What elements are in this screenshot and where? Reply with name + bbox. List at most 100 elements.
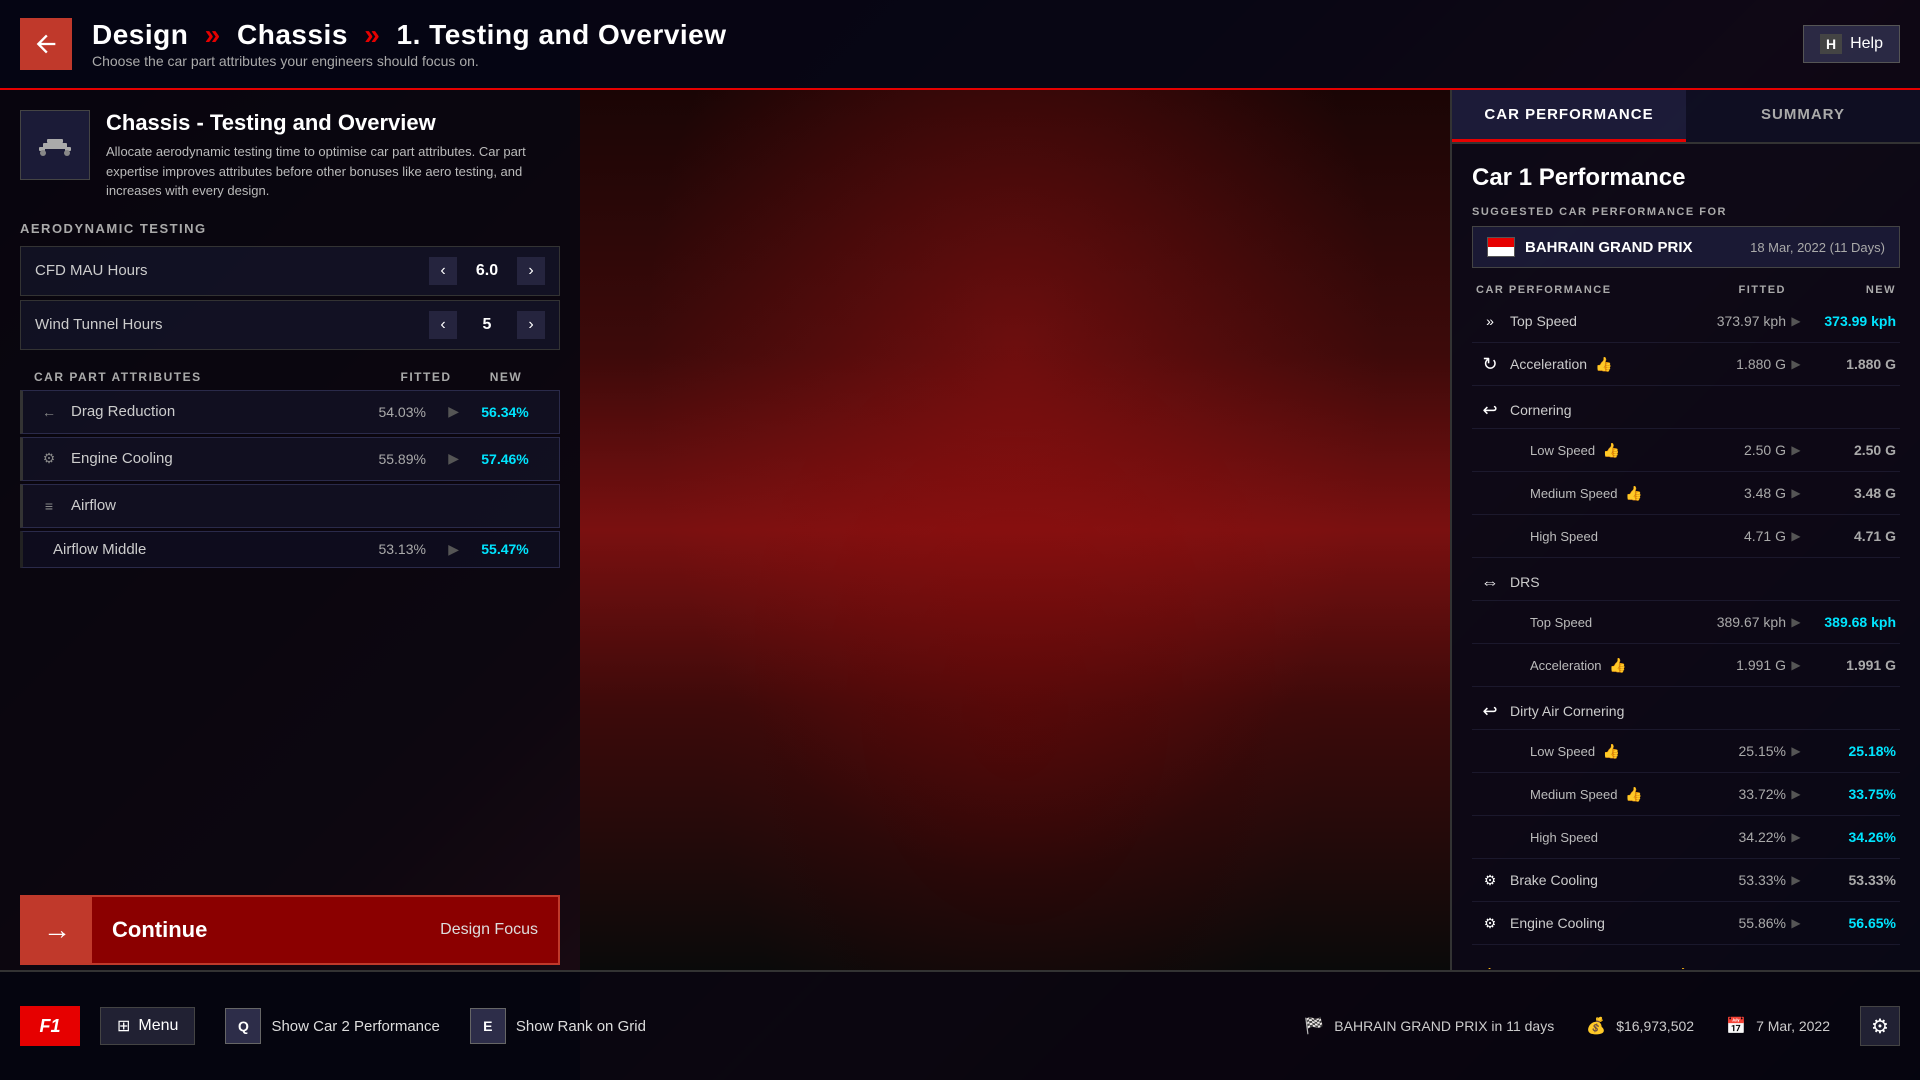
dirty-low-icon xyxy=(1476,737,1504,765)
legend-recommended-label: Recommended for Circuit xyxy=(1503,969,1639,970)
accel-new: 1.880 G xyxy=(1806,356,1896,372)
topspeed-label: Top Speed xyxy=(1510,313,1696,329)
breadcrumb-chassis: Chassis xyxy=(237,19,348,50)
cornering-med-arrow: ▶ xyxy=(1786,486,1806,500)
attrs-header: CAR PART ATTRIBUTES FITTED NEW xyxy=(20,370,560,384)
attr-row-airflow-middle[interactable]: Airflow Middle 53.13% ▶ 55.47% xyxy=(20,531,560,568)
dirty-icon: ↩ xyxy=(1476,697,1504,725)
f1-logo: F1 xyxy=(20,1006,80,1046)
e-key[interactable]: E xyxy=(470,1008,506,1044)
settings-icon: ⚙ xyxy=(1871,1014,1889,1039)
help-button[interactable]: H Help xyxy=(1803,25,1900,63)
legend-crucial: 👍 Crucial for Circuit xyxy=(1670,967,1789,969)
dirty-high-arrow: ▶ xyxy=(1786,830,1806,844)
drs-accel-icon xyxy=(1476,651,1504,679)
perf-row-cornering-med: Medium Speed 👍 3.48 G ▶ 3.48 G xyxy=(1472,472,1900,515)
perf-row-acceleration: ↻ Acceleration 👍 1.880 G ▶ 1.880 G xyxy=(1472,343,1900,386)
cfd-increase-button[interactable]: › xyxy=(517,257,545,285)
q-key[interactable]: Q xyxy=(225,1008,261,1044)
date-label: 7 Mar, 2022 xyxy=(1756,1018,1830,1034)
section-desc: Allocate aerodynamic testing time to opt… xyxy=(106,142,560,201)
cornering-low-new: 2.50 G xyxy=(1806,442,1896,458)
perf-row-cornering-high: High Speed 4.71 G ▶ 4.71 G xyxy=(1472,515,1900,558)
header: Design » Chassis » 1. Testing and Overvi… xyxy=(0,0,1920,90)
right-content: Car 1 Performance SUGGESTED CAR PERFORMA… xyxy=(1452,144,1920,969)
drs-topspeed-arrow: ▶ xyxy=(1786,615,1806,629)
engine-cooling-fitted: 55.89% xyxy=(362,451,442,467)
engine-cooling-new: 57.46% xyxy=(465,451,545,467)
cornering-med-new: 3.48 G xyxy=(1806,485,1896,501)
menu-button[interactable]: ⊞ Menu xyxy=(100,1007,195,1045)
q-shortcut: Q Show Car 2 Performance xyxy=(225,1008,439,1044)
perf-row-brake: ⚙ Brake Cooling 53.33% ▶ 53.33% xyxy=(1472,859,1900,902)
continue-button[interactable]: → Continue Design Focus xyxy=(20,895,560,965)
airflow-middle-new: 55.47% xyxy=(465,541,545,557)
right-tabs: CAR PERFORMANCE SUMMARY xyxy=(1452,90,1920,144)
wind-increase-button[interactable]: › xyxy=(517,311,545,339)
engine-cool-right-new: 56.65% xyxy=(1806,915,1896,931)
tab-car-performance[interactable]: CAR PERFORMANCE xyxy=(1452,90,1686,142)
legend-recommended-icon: 👍 xyxy=(1480,967,1497,969)
perf-row-drs-topspeed: Top Speed 389.67 kph ▶ 389.68 kph xyxy=(1472,601,1900,644)
left-panel: Chassis - Testing and Overview Allocate … xyxy=(0,90,580,970)
drag-reduction-label: Drag Reduction xyxy=(71,403,362,420)
race-name: BAHRAIN GRAND PRIX xyxy=(1525,239,1740,256)
perf-col-label: CAR PERFORMANCE xyxy=(1476,284,1696,296)
perf-row-cornering-low: Low Speed 👍 2.50 G ▶ 2.50 G xyxy=(1472,429,1900,472)
cornering-icon: ↩ xyxy=(1476,396,1504,424)
tab-summary[interactable]: SUMMARY xyxy=(1686,90,1920,142)
med-thumb: 👍 xyxy=(1625,485,1642,501)
help-key: H xyxy=(1820,34,1842,54)
drag-reduction-new: 56.34% xyxy=(465,404,545,420)
dirty-low-label: Low Speed 👍 xyxy=(1510,743,1696,760)
cfd-decrease-button[interactable]: ‹ xyxy=(429,257,457,285)
drag-reduction-fitted: 54.03% xyxy=(362,404,442,420)
wind-decrease-button[interactable]: ‹ xyxy=(429,311,457,339)
legend-crucial-label: Crucial for Circuit xyxy=(1697,969,1789,970)
drs-header-label: DRS xyxy=(1510,574,1896,590)
brake-icon: ⚙ xyxy=(1476,866,1504,894)
car1-title: Car 1 Performance xyxy=(1472,164,1900,192)
engine-cool-right-arrow: ▶ xyxy=(1786,916,1806,930)
cornering-header-label: Cornering xyxy=(1510,402,1896,418)
sep1: » xyxy=(205,19,221,50)
chassis-icon xyxy=(20,110,90,180)
back-button[interactable] xyxy=(20,18,72,70)
brake-label: Brake Cooling xyxy=(1510,872,1696,888)
dirty-med-arrow: ▶ xyxy=(1786,787,1806,801)
attr-row-drag[interactable]: ← Drag Reduction 54.03% ▶ 56.34% xyxy=(20,390,560,434)
date-icon: 📅 xyxy=(1724,1014,1748,1038)
perf-col-fitted: FITTED xyxy=(1696,284,1786,296)
drs-accel-thumb: 👍 xyxy=(1609,657,1626,673)
sep2: » xyxy=(364,19,380,50)
attr-row-airflow[interactable]: ≡ Airflow xyxy=(20,484,560,528)
car-background-gradient xyxy=(580,90,1450,970)
cornering-high-new: 4.71 G xyxy=(1806,528,1896,544)
brake-arrow: ▶ xyxy=(1786,873,1806,887)
drs-icon: ⇔ xyxy=(1476,568,1504,596)
section-info: Chassis - Testing and Overview Allocate … xyxy=(106,110,560,201)
date-item: 📅 7 Mar, 2022 xyxy=(1724,1014,1830,1038)
dirty-low-thumb: 👍 xyxy=(1603,743,1620,759)
attr-row-engine-cooling[interactable]: ⚙ Engine Cooling 55.89% ▶ 57.46% xyxy=(20,437,560,481)
cfd-slider-row: CFD MAU Hours ‹ 6.0 › xyxy=(20,246,560,296)
dirty-med-label: Medium Speed 👍 xyxy=(1510,786,1696,803)
race-badge: BAHRAIN GRAND PRIX 18 Mar, 2022 (11 Days… xyxy=(1472,226,1900,268)
cornering-med-fitted: 3.48 G xyxy=(1696,485,1786,501)
drs-topspeed-icon xyxy=(1476,608,1504,636)
cornering-med-label: Medium Speed 👍 xyxy=(1510,485,1696,502)
drag-reduction-arrow: ▶ xyxy=(448,403,459,420)
wind-label: Wind Tunnel Hours xyxy=(35,316,429,333)
drs-accel-arrow: ▶ xyxy=(1786,658,1806,672)
drs-accel-new: 1.991 G xyxy=(1806,657,1896,673)
settings-button[interactable]: ⚙ xyxy=(1860,1006,1900,1046)
topspeed-fitted: 373.97 kph xyxy=(1696,313,1786,329)
q-label: Show Car 2 Performance xyxy=(271,1018,439,1035)
cornering-low-label: Low Speed 👍 xyxy=(1510,442,1696,459)
suggested-label: SUGGESTED CAR PERFORMANCE FOR xyxy=(1472,206,1900,218)
dirty-header-label: Dirty Air Cornering xyxy=(1510,703,1896,719)
drs-accel-label: Acceleration 👍 xyxy=(1510,657,1696,674)
cornering-high-fitted: 4.71 G xyxy=(1696,528,1786,544)
wind-slider-row: Wind Tunnel Hours ‹ 5 › xyxy=(20,300,560,350)
cornering-low-icon xyxy=(1476,436,1504,464)
